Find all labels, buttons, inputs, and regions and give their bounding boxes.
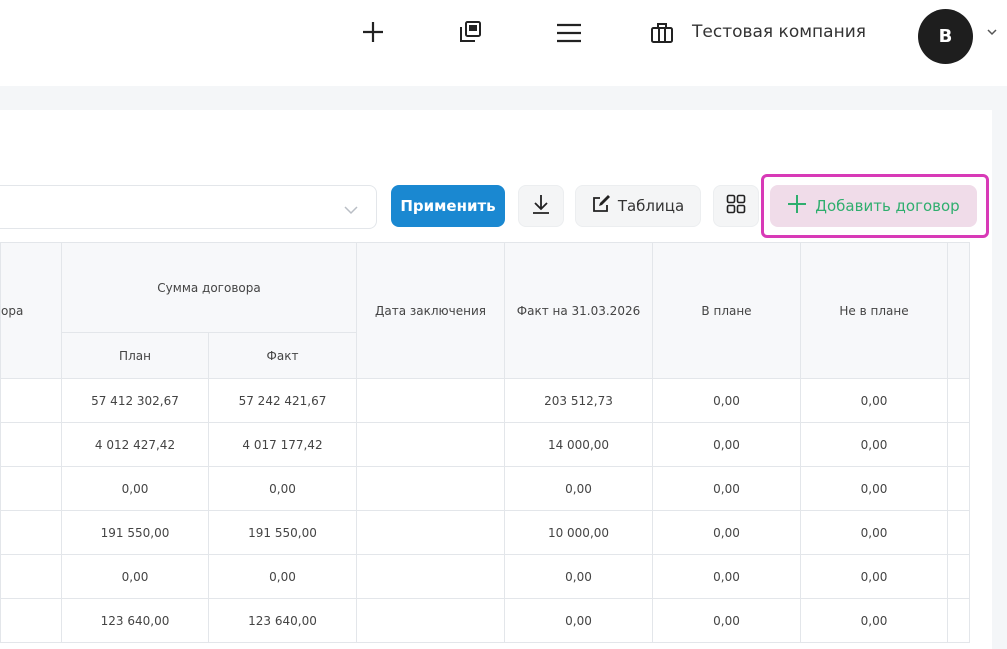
cell-fact: 123 640,00 <box>208 598 357 643</box>
table-row[interactable]: 0,00 0,00 0,00 0,00 0,00 <box>0 466 970 511</box>
filter-select[interactable] <box>0 185 377 229</box>
cell-fact: 0,00 <box>208 466 357 511</box>
cell-fact-on: 0,00 <box>504 554 653 599</box>
cell-fact: 57 242 421,67 <box>208 378 357 423</box>
column-header-date[interactable]: Дата заключения <box>356 242 505 379</box>
cell-plan: 4 012 427,42 <box>61 422 209 467</box>
cell-fact-on: 0,00 <box>504 598 653 643</box>
cell-in-plan: 0,00 <box>652 598 801 643</box>
edit-icon <box>592 195 610 217</box>
table-row[interactable]: 57 412 302,67 57 242 421,67 203 512,73 0… <box>0 378 970 423</box>
cell-date <box>356 510 505 555</box>
cell-in-plan: 0,00 <box>652 554 801 599</box>
table-row[interactable]: 191 550,00 191 550,00 10 000,00 0,00 0,0… <box>0 510 970 555</box>
column-header-fact-on-date[interactable]: Факт на 31.03.2026 <box>504 242 653 379</box>
cell-date <box>356 554 505 599</box>
company-name[interactable]: Тестовая компания <box>692 22 866 42</box>
grid-icon <box>726 194 746 218</box>
cell-fact-on: 0,00 <box>504 466 653 511</box>
column-header-in-plan[interactable]: В плане <box>652 242 801 379</box>
cell-not-in-plan: 0,00 <box>800 422 948 467</box>
cell-plan: 0,00 <box>61 466 209 511</box>
top-bar: Тестовая компания B <box>0 0 1007 86</box>
download-button[interactable] <box>518 185 564 227</box>
grid-view-button[interactable] <box>713 185 759 227</box>
chevron-down-icon <box>344 200 358 219</box>
column-header-plan[interactable]: План <box>61 332 209 379</box>
cell-plan: 123 640,00 <box>61 598 209 643</box>
cell-date <box>356 598 505 643</box>
apply-button[interactable]: Применить <box>391 185 505 227</box>
column-header-not-in-plan[interactable]: Не в плане <box>800 242 948 379</box>
table-row[interactable]: 4 012 427,42 4 017 177,42 14 000,00 0,00… <box>0 422 970 467</box>
copy-window-icon[interactable] <box>458 20 482 48</box>
cell-fact-on: 14 000,00 <box>504 422 653 467</box>
cell-date <box>356 466 505 511</box>
column-header-contract[interactable]: ора <box>0 242 62 379</box>
contracts-table: ора Сумма договора Дата заключения Факт … <box>0 242 970 643</box>
table-view-label: Таблица <box>617 197 685 215</box>
table-row[interactable]: 123 640,00 123 640,00 0,00 0,00 0,00 <box>0 598 970 643</box>
column-header-extra <box>947 242 970 379</box>
cell-fact: 0,00 <box>208 554 357 599</box>
cell-not-in-plan: 0,00 <box>800 466 948 511</box>
cell-plan: 0,00 <box>61 554 209 599</box>
avatar[interactable]: B <box>918 9 973 64</box>
cell-in-plan: 0,00 <box>652 466 801 511</box>
column-header-fact[interactable]: Факт <box>208 332 357 379</box>
highlight-frame <box>761 174 989 238</box>
menu-icon[interactable] <box>556 22 582 48</box>
cell-not-in-plan: 0,00 <box>800 378 948 423</box>
cell-in-plan: 0,00 <box>652 422 801 467</box>
cell-not-in-plan: 0,00 <box>800 598 948 643</box>
cell-in-plan: 0,00 <box>652 510 801 555</box>
cell-not-in-plan: 0,00 <box>800 510 948 555</box>
table-view-button[interactable]: Таблица <box>575 185 701 227</box>
cell-plan: 57 412 302,67 <box>61 378 209 423</box>
column-header-contract-sum[interactable]: Сумма договора <box>61 242 357 333</box>
cell-fact-on: 203 512,73 <box>504 378 653 423</box>
cell-date <box>356 422 505 467</box>
plus-icon[interactable] <box>361 20 385 48</box>
main-panel: Применить Таблица Добавить договор ора С… <box>0 110 992 649</box>
cell-fact: 4 017 177,42 <box>208 422 357 467</box>
cell-not-in-plan: 0,00 <box>800 554 948 599</box>
chevron-down-icon[interactable] <box>987 25 997 39</box>
briefcase-icon <box>650 21 674 49</box>
cell-fact: 191 550,00 <box>208 510 357 555</box>
table-row[interactable]: 0,00 0,00 0,00 0,00 0,00 <box>0 554 970 599</box>
cell-plan: 191 550,00 <box>61 510 209 555</box>
cell-fact-on: 10 000,00 <box>504 510 653 555</box>
cell-date <box>356 378 505 423</box>
cell-in-plan: 0,00 <box>652 378 801 423</box>
download-icon <box>532 194 550 218</box>
